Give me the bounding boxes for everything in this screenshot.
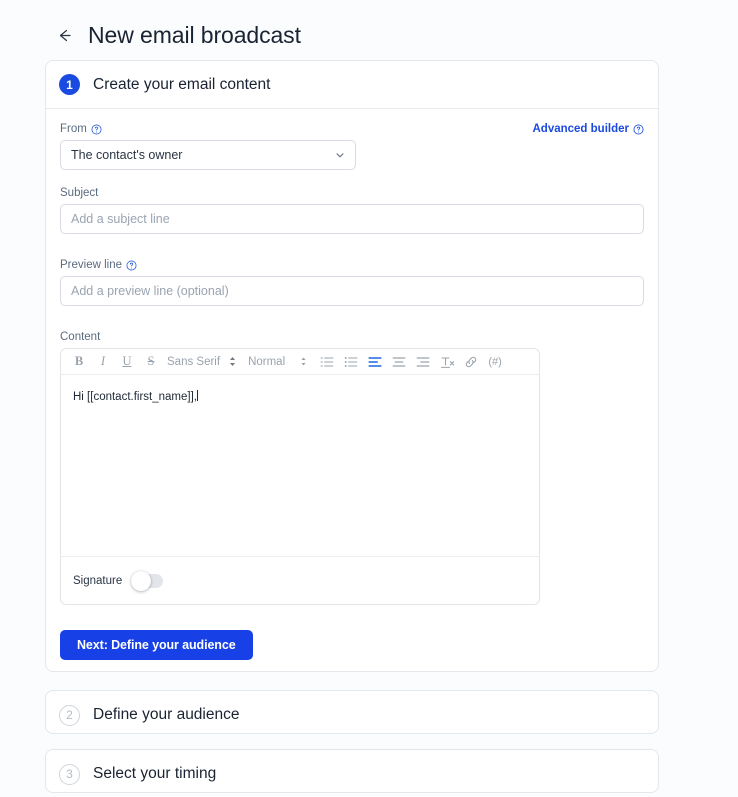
from-select[interactable]: The contact's owner xyxy=(60,140,356,170)
subject-label-text: Subject xyxy=(60,187,99,199)
step-1-header[interactable]: 1 Create your email content xyxy=(46,61,658,109)
strikethrough-button[interactable]: S xyxy=(139,351,163,373)
advanced-builder-link[interactable]: Advanced builder xyxy=(533,123,645,135)
content-label-text: Content xyxy=(60,331,101,343)
align-right-icon[interactable] xyxy=(411,351,435,373)
italic-button[interactable]: I xyxy=(91,351,115,373)
back-arrow-icon[interactable] xyxy=(52,23,76,47)
help-circle-icon[interactable] xyxy=(633,124,644,135)
signature-label: Signature xyxy=(73,574,123,587)
signature-row: Signature xyxy=(61,557,539,604)
step-3-title: Select your timing xyxy=(93,765,217,782)
step-2-title: Define your audience xyxy=(93,706,240,723)
step-2-header[interactable]: 2 Define your audience xyxy=(46,691,658,739)
from-label-text: From xyxy=(60,123,87,135)
clear-formatting-icon[interactable] xyxy=(435,351,459,373)
font-family-select[interactable]: Sans Serif xyxy=(163,351,224,373)
font-size-stepper-icon[interactable] xyxy=(295,351,311,373)
bold-button[interactable]: B xyxy=(67,351,91,373)
bullet-list-icon[interactable] xyxy=(339,351,363,373)
from-label: From xyxy=(60,123,102,135)
merge-tag-icon[interactable]: (#) xyxy=(483,351,507,373)
underline-button[interactable]: U xyxy=(115,351,139,373)
rich-text-editor: B I U S Sans Serif Normal (#) Hi [[conta… xyxy=(60,348,540,605)
chevron-down-icon xyxy=(334,149,346,161)
step-3-badge: 3 xyxy=(59,763,80,785)
step-3-header[interactable]: 3 Select your timing xyxy=(46,750,658,797)
text-caret xyxy=(197,390,198,401)
step-1-badge: 1 xyxy=(59,74,80,95)
help-circle-icon[interactable] xyxy=(91,124,102,135)
content-label: Content xyxy=(60,331,644,343)
step-2-card[interactable]: 2 Define your audience xyxy=(45,690,659,734)
page-root: New email broadcast 1 Create your email … xyxy=(0,0,738,797)
preview-line-input[interactable] xyxy=(60,276,644,306)
subject-input[interactable] xyxy=(60,204,644,234)
preview-line-label: Preview line xyxy=(60,259,644,271)
align-center-icon[interactable] xyxy=(387,351,411,373)
align-left-icon[interactable] xyxy=(363,351,387,373)
numbered-list-icon[interactable] xyxy=(315,351,339,373)
signature-toggle-knob xyxy=(131,570,152,591)
from-label-row: From Advanced builder xyxy=(60,123,644,140)
editor-toolbar: B I U S Sans Serif Normal (#) xyxy=(61,349,539,375)
subject-label: Subject xyxy=(60,187,644,199)
signature-toggle[interactable] xyxy=(131,570,164,591)
step-1-card: 1 Create your email content From Advance… xyxy=(45,60,659,672)
link-icon[interactable] xyxy=(459,351,483,373)
preview-line-label-text: Preview line xyxy=(60,259,122,271)
next-define-audience-button[interactable]: Next: Define your audience xyxy=(60,630,253,660)
page-title: New email broadcast xyxy=(88,21,301,48)
font-size-select[interactable]: Normal xyxy=(240,351,289,373)
from-select-value: The contact's owner xyxy=(71,148,183,162)
step-1-title: Create your email content xyxy=(93,75,271,93)
page-header: New email broadcast xyxy=(0,0,738,52)
editor-body-text: Hi [[contact.first_name]], xyxy=(73,391,197,403)
editor-content-area[interactable]: Hi [[contact.first_name]], xyxy=(61,375,539,557)
step-3-card[interactable]: 3 Select your timing xyxy=(45,749,659,793)
step-2-badge: 2 xyxy=(59,704,80,726)
step-1-body: From Advanced builder The contact's owne… xyxy=(46,109,658,660)
advanced-builder-label: Advanced builder xyxy=(532,123,630,135)
help-circle-icon[interactable] xyxy=(126,260,137,271)
font-family-stepper-icon[interactable] xyxy=(224,351,240,373)
